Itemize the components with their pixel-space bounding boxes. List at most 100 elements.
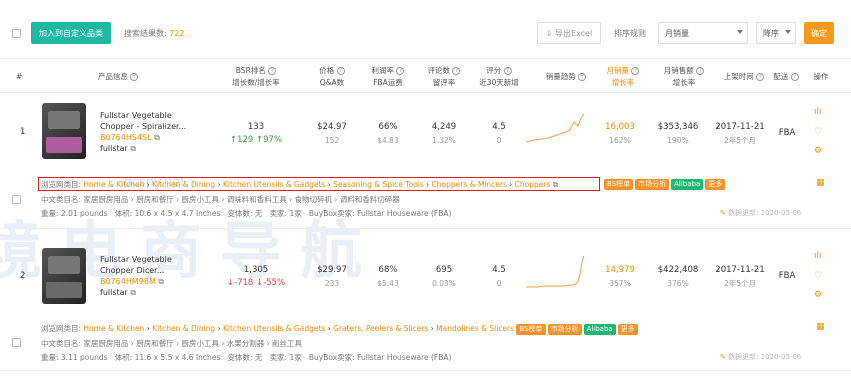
help-icon[interactable]: ? <box>696 67 705 75</box>
external-link-icon[interactable]: ⧉ <box>130 144 136 153</box>
calculator-icon[interactable]: ▦ <box>816 178 825 188</box>
help-icon[interactable]: ? <box>396 67 405 75</box>
breadcrumb-item[interactable]: Kitchen Utensils & Gadgets <box>223 324 325 333</box>
chevron-down-icon <box>737 30 743 34</box>
col-product: 产品信息 ? <box>98 71 139 83</box>
fba-fee: $5.43 <box>377 279 399 288</box>
breadcrumb-item[interactable]: Seasoning & Spice Tools <box>333 180 424 189</box>
result-count-value: 722 <box>169 29 185 38</box>
col-ship: 配送 ? <box>772 71 800 83</box>
external-link-icon[interactable]: ⧉ <box>158 277 164 286</box>
help-icon[interactable]: ? <box>756 73 765 81</box>
product-title-line1[interactable]: Fullstar Vegetable <box>100 254 172 265</box>
col-revenue[interactable]: 月销售额 ? 增长率 <box>656 65 712 89</box>
breadcrumb-item[interactable]: Kitchen & Dining <box>152 324 215 333</box>
product-info: Fullstar Vegetable Chopper - Spiralizer.… <box>100 110 186 154</box>
row-index: 2 <box>20 271 26 281</box>
col-launch[interactable]: 上架时间 ? <box>716 71 772 83</box>
bsr-change-rate: ↑97% <box>256 135 283 145</box>
external-link-icon[interactable]: ⧉ <box>154 133 160 142</box>
reviews-value: 4,249 <box>431 122 457 132</box>
weight: 重量: 3.11 pounds <box>41 353 108 362</box>
breadcrumb-item[interactable]: Graters, Peelers & Slicers <box>333 324 428 333</box>
col-monthly[interactable]: 月销量 ? 增长率 <box>603 65 643 89</box>
qa-count: 233 <box>324 279 340 288</box>
sales-trend-sparkline[interactable] <box>526 112 584 148</box>
sales-trend-sparkline[interactable] <box>526 254 584 290</box>
row-checkbox[interactable] <box>12 195 21 204</box>
bs-list-tag[interactable]: BS榜单 <box>516 324 546 335</box>
alibaba-tag[interactable]: Alibaba <box>671 179 704 190</box>
cn-category: 中文类目名: 家居厨房用品 › 厨房和餐厅 › 厨房小工具 › 水果分割器 › … <box>41 338 302 349</box>
heart-icon[interactable]: ♡ <box>814 127 822 137</box>
product-title-line2[interactable]: Chopper Dicer... <box>100 265 172 276</box>
ship-cell: FBA <box>778 271 796 281</box>
calculator-icon[interactable]: ▦ <box>816 322 825 332</box>
asin-link[interactable]: B0764HM98M ⧉ <box>100 276 172 287</box>
monthly-sales-rate: 357% <box>609 279 631 288</box>
update-time-text: 数据更新: 2020-05-06 <box>728 353 802 361</box>
dimensions: 体积: 11.6 x 5.5 x 4.6 Inches <box>114 353 221 362</box>
col-price[interactable]: 价格 ? Q&A数 <box>312 65 352 89</box>
buybox-seller: BuyBox卖家: Fullstar Houseware (FBA) <box>308 209 452 218</box>
bs-list-tag[interactable]: BS榜单 <box>604 179 634 190</box>
market-analysis-tag[interactable]: 市场分析 <box>547 324 582 335</box>
col-price-sub: Q&A数 <box>319 78 345 87</box>
asin-link[interactable]: B0764HS4SL ⧉ <box>100 132 186 143</box>
breadcrumb-item[interactable]: Kitchen Utensils & Gadgets <box>223 180 325 189</box>
edit-icon: ✎ <box>720 209 726 217</box>
order-select[interactable]: 降序 <box>756 22 796 44</box>
col-ops: 操作 <box>813 72 829 81</box>
sort-select[interactable]: 月销量 <box>658 22 748 44</box>
chart-icon[interactable]: ılı <box>814 251 822 261</box>
col-rating[interactable]: 评分 ? 近30天新增 <box>474 65 524 89</box>
heart-icon[interactable]: ♡ <box>814 271 822 281</box>
confirm-button[interactable]: 确定 <box>804 22 834 44</box>
launch-cell: 2017-11-21 2年5个月 <box>712 264 768 291</box>
row-checkbox[interactable] <box>12 338 21 347</box>
col-reviews[interactable]: 评论数 ? 留评率 <box>422 65 466 89</box>
more-tag[interactable]: 更多 <box>705 179 726 190</box>
help-icon[interactable]: ? <box>790 73 799 81</box>
bsr-change: ↓-718 <box>226 278 254 288</box>
brand-text: fullstar <box>100 288 128 297</box>
market-analysis-tag[interactable]: 市场分析 <box>635 179 670 190</box>
add-to-custom-category-button[interactable]: 加入到自定义品类 <box>31 22 111 44</box>
export-excel-button[interactable]: ⇩ 导出Excel <box>537 22 601 44</box>
alibaba-tag[interactable]: Alibaba <box>583 324 616 335</box>
breadcrumb-item[interactable]: Mandolines & Slicers <box>436 324 514 333</box>
gear-icon[interactable]: ⚙ <box>814 290 822 300</box>
help-icon[interactable]: ? <box>578 73 587 81</box>
product-title-line1[interactable]: Fullstar Vegetable <box>100 110 186 121</box>
select-all-checkbox[interactable] <box>12 29 21 38</box>
chart-icon[interactable]: ılı <box>814 107 822 117</box>
breadcrumb-item[interactable]: Choppers <box>515 180 551 189</box>
new-reviews-30d: 0 <box>496 136 502 145</box>
gear-icon[interactable]: ⚙ <box>814 146 822 156</box>
help-icon[interactable]: ? <box>452 67 461 75</box>
price-value: $29.97 <box>317 265 347 275</box>
help-icon[interactable]: ? <box>631 67 640 75</box>
col-bsr[interactable]: BSR排名 ? 增长数/增长率 <box>228 65 284 89</box>
col-profit[interactable]: 利润率 ? FBA运费 <box>366 65 410 89</box>
help-icon[interactable]: ? <box>268 67 277 75</box>
help-icon[interactable]: ? <box>503 67 512 75</box>
external-link-icon[interactable]: ⧉ <box>553 180 558 189</box>
col-trend: 销量趋势 ? <box>538 71 594 83</box>
breadcrumb-item[interactable]: Choppers & Mincers <box>432 180 507 189</box>
product-title-line2[interactable]: Chopper - Spiralizer... <box>100 121 186 132</box>
help-icon[interactable]: ? <box>130 73 139 81</box>
col-ship-label: 配送 <box>773 72 789 81</box>
breadcrumb: 浏览网类目: Home & Kitchen › Kitchen & Dining… <box>41 323 640 335</box>
launch-age: 2年5个月 <box>723 279 757 288</box>
buybox-seller: BuyBox卖家: Fullstar Houseware (FBA) <box>308 353 452 362</box>
breadcrumb-item[interactable]: Kitchen & Dining <box>152 180 215 189</box>
more-tag[interactable]: 更多 <box>617 324 638 335</box>
help-icon[interactable]: ? <box>336 67 345 75</box>
breadcrumb-item[interactable]: Home & Kitchen <box>83 180 144 189</box>
product-image[interactable] <box>42 103 86 159</box>
product-image[interactable] <box>42 248 86 304</box>
rating-value: 4.5 <box>492 265 506 275</box>
breadcrumb-item[interactable]: Home & Kitchen <box>83 324 144 333</box>
external-link-icon[interactable]: ⧉ <box>130 288 136 297</box>
